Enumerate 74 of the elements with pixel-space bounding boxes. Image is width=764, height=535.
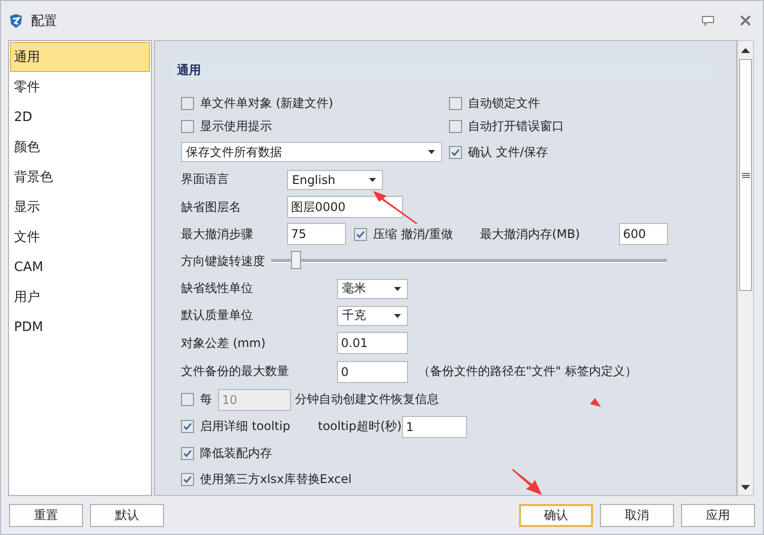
checkbox[interactable] — [181, 473, 194, 486]
sidebar-item[interactable]: 颜色 — [10, 132, 150, 162]
checkbox-label: 单文件单对象 (新建文件) — [200, 94, 334, 112]
caret-icon — [369, 178, 376, 182]
dialog-button[interactable]: 默认 — [90, 504, 164, 526]
field-label: 缺省图层名 — [181, 198, 242, 216]
section-heading: 通用 — [171, 60, 717, 80]
sidebar-item[interactable]: 通用 — [10, 42, 150, 72]
sidebar-item[interactable]: CAM — [10, 252, 150, 282]
input-field[interactable]: 1 — [402, 416, 467, 438]
checkbox[interactable] — [181, 96, 194, 110]
scroll-up-icon[interactable] — [741, 48, 750, 53]
field-label: 界面语言 — [181, 171, 230, 188]
checkbox[interactable] — [181, 447, 194, 460]
checkbox[interactable] — [354, 228, 367, 240]
checkbox-label: 自动打开错误窗口 — [468, 118, 564, 135]
checkbox[interactable] — [449, 146, 462, 158]
field-label: 最大撤消步骤 — [181, 226, 254, 242]
slider-thumb[interactable] — [290, 251, 301, 269]
checkbox-label: 显示使用提示 — [200, 118, 272, 135]
comment-icon[interactable] — [702, 16, 714, 26]
input-field[interactable]: 600 — [619, 223, 668, 245]
caret-icon — [394, 314, 401, 318]
checkbox-label: 启用详细 tooltip — [200, 418, 290, 435]
input-field[interactable]: 图层0000 — [287, 196, 403, 218]
checkbox-label: 自动锁定文件 — [468, 94, 540, 112]
input-field[interactable]: 0.01 — [337, 332, 408, 354]
window-title: 配置 — [31, 12, 57, 30]
caret-icon — [394, 286, 401, 290]
caret-icon — [428, 150, 435, 154]
scroll-down-icon[interactable] — [741, 485, 750, 490]
field-label: 对象公差 (mm) — [181, 334, 267, 352]
sidebar-item[interactable]: 零件 — [10, 72, 150, 102]
sidebar-item[interactable]: PDM — [10, 312, 150, 342]
hint-text: （备份文件的路径在"文件" 标签内定义） — [418, 363, 637, 380]
sidebar-item[interactable]: 背景色 — [10, 162, 150, 192]
annotation-arrow — [512, 469, 542, 495]
checkbox-label: 压缩 撤消/重做 — [373, 226, 453, 242]
grip-icon — [742, 172, 750, 178]
sidebar-item[interactable]: 用户 — [10, 282, 150, 312]
dropdown[interactable]: 毫米 — [337, 278, 408, 298]
dropdown[interactable]: English — [287, 170, 383, 190]
field-label: 默认质量单位 — [181, 307, 254, 324]
app-logo-icon — [9, 14, 23, 28]
triangle-mark — [590, 398, 601, 407]
checkbox-label: 使用第三方xlsx库替换Excel — [200, 471, 352, 488]
sidebar-item[interactable]: 文件 — [10, 222, 150, 252]
checkbox-label: 每 — [200, 391, 213, 408]
dialog-button[interactable]: 确认 — [519, 504, 593, 526]
field-label: 分钟自动创建文件恢复信息 — [295, 391, 439, 408]
sidebar-item[interactable]: 显示 — [10, 192, 150, 222]
dropdown[interactable]: 保存文件所有数据 — [181, 142, 442, 162]
input-field[interactable]: 75 — [287, 223, 346, 245]
field-label: 文件备份的最大数量 — [181, 363, 290, 380]
dropdown[interactable]: 千克 — [337, 306, 408, 326]
sidebar-item[interactable]: 2D — [10, 102, 150, 132]
scrollbar[interactable] — [737, 40, 754, 496]
checkbox-label: 确认 文件/保存 — [468, 144, 548, 160]
input-field[interactable]: 0 — [337, 360, 408, 382]
checkbox[interactable] — [181, 120, 194, 133]
dialog-button[interactable]: 重置 — [9, 504, 83, 526]
field-label: 缺省线性单位 — [181, 280, 254, 297]
checkbox-label: 降低装配内存 — [200, 445, 272, 462]
annotation-arrow — [373, 191, 419, 224]
scroll-thumb[interactable] — [739, 59, 752, 291]
field-label: 最大撤消内存(MB) — [480, 226, 581, 242]
slider-label: 方向键旋转速度 — [181, 252, 266, 270]
close-icon[interactable] — [740, 15, 751, 26]
checkbox[interactable] — [449, 96, 462, 110]
field-label: tooltip超时(秒) — [318, 418, 402, 435]
dialog-button[interactable]: 取消 — [600, 504, 674, 526]
checkbox[interactable] — [449, 120, 462, 133]
dialog-button[interactable]: 应用 — [681, 504, 755, 526]
checkbox[interactable] — [181, 420, 194, 433]
